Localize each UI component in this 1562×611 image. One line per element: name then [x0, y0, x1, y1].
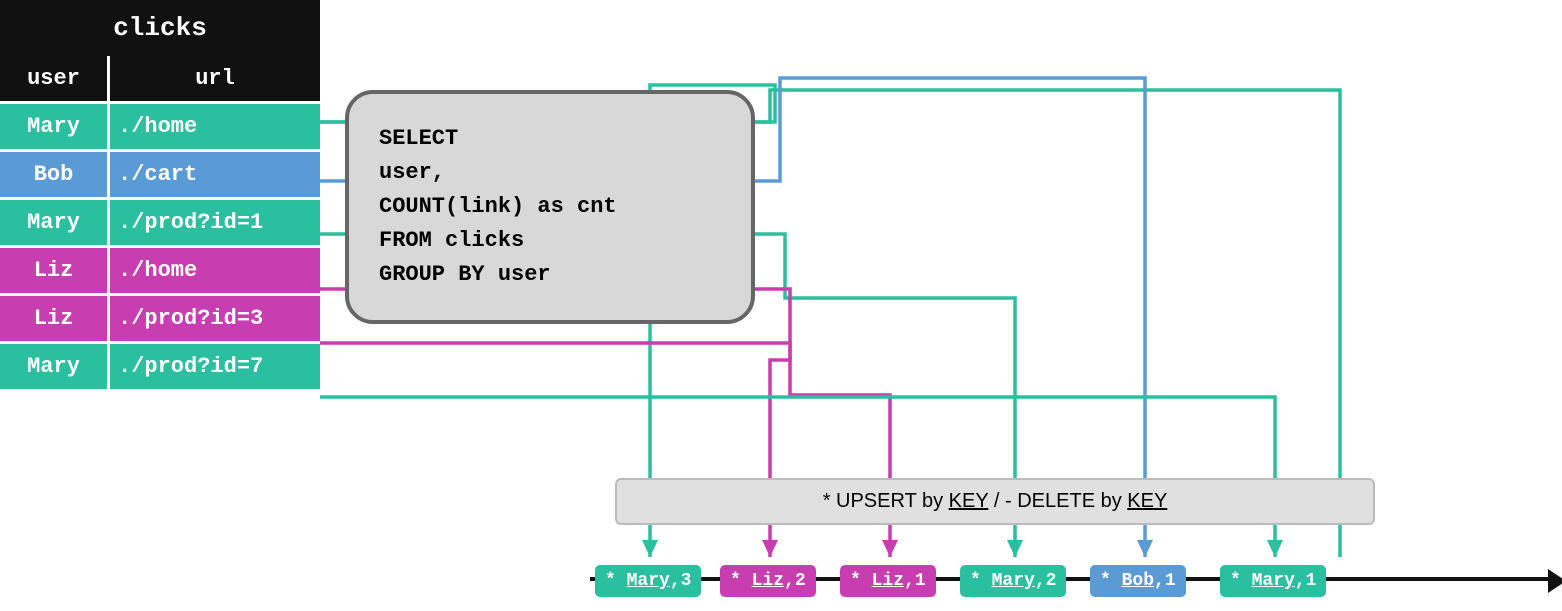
sql-line2: user, — [379, 156, 721, 190]
cell-user-2: Mary — [0, 200, 110, 245]
cell-user-5: Mary — [0, 344, 110, 389]
badge-mary2: * Mary,2 — [960, 565, 1066, 597]
table-row-3: Liz ./home — [0, 245, 320, 293]
cell-url-3: ./home — [110, 248, 320, 293]
cell-url-4: ./prod?id=3 — [110, 296, 320, 341]
sql-line5: GROUP BY user — [379, 258, 721, 292]
cell-user-1: Bob — [0, 152, 110, 197]
badge-bob1: * Bob,1 — [1090, 565, 1186, 597]
table-row-4: Liz ./prod?id=3 — [0, 293, 320, 341]
badge-liz2: * Liz,2 — [720, 565, 816, 597]
timeline-arrow — [1548, 569, 1562, 593]
table-header: user url — [0, 56, 320, 101]
col-header-url: url — [110, 56, 320, 101]
table-body: Mary ./home Bob ./cart Mary ./prod?id=1 … — [0, 101, 320, 389]
cell-user-4: Liz — [0, 296, 110, 341]
cell-url-5: ./prod?id=7 — [110, 344, 320, 389]
sql-line3: COUNT(link) as cnt — [379, 190, 721, 224]
badge-liz1: * Liz,1 — [840, 565, 936, 597]
col-header-user: user — [0, 56, 110, 101]
cell-url-2: ./prod?id=1 — [110, 200, 320, 245]
cell-user-3: Liz — [0, 248, 110, 293]
sql-line1: SELECT — [379, 122, 721, 156]
cell-user-0: Mary — [0, 104, 110, 149]
upsert-box: * UPSERT by KEY / - DELETE by KEY — [615, 478, 1375, 525]
badge-mary3: * Mary,3 — [595, 565, 701, 597]
table-title: clicks — [0, 0, 320, 56]
badge-mary1: * Mary,1 — [1220, 565, 1326, 597]
table-row-0: Mary ./home — [0, 101, 320, 149]
sql-line4: FROM clicks — [379, 224, 721, 258]
cell-url-1: ./cart — [110, 152, 320, 197]
clicks-table: clicks user url Mary ./home Bob ./cart M… — [0, 0, 320, 389]
cell-url-0: ./home — [110, 104, 320, 149]
table-row-2: Mary ./prod?id=1 — [0, 197, 320, 245]
sql-box: SELECT user, COUNT(link) as cnt FROM cli… — [345, 90, 755, 324]
upsert-text: * UPSERT by KEY / - DELETE by KEY — [823, 490, 1168, 512]
table-row-5: Mary ./prod?id=7 — [0, 341, 320, 389]
table-row-1: Bob ./cart — [0, 149, 320, 197]
